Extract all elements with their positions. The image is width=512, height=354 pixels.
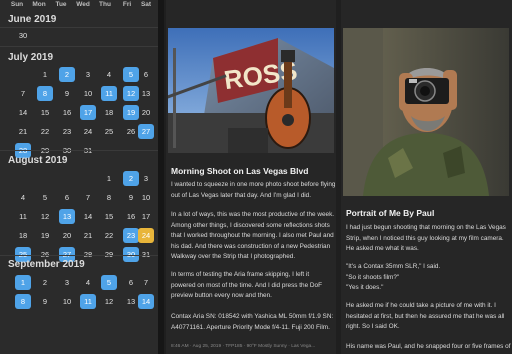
calendar-day[interactable]: 20 <box>59 228 75 243</box>
calendar-day[interactable]: 7 <box>138 275 154 290</box>
calendar-day[interactable]: 13 <box>59 209 75 224</box>
calendar-day[interactable]: 10 <box>59 294 75 309</box>
journal-post[interactable]: ROSS Morning Shoot on Las Vegas Blvd I w… <box>166 0 336 354</box>
calendar-day[interactable]: 22 <box>101 228 117 243</box>
calendar-day[interactable]: 3 <box>80 67 96 82</box>
post-paragraph: In terms of testing the Aria frame skipp… <box>171 271 322 299</box>
calendar-day[interactable]: 8 <box>15 294 31 309</box>
calendar-day[interactable]: 19 <box>37 228 53 243</box>
calendar-day[interactable]: 1 <box>101 171 117 186</box>
month-title: September 2019 <box>8 259 85 270</box>
calendar-day[interactable]: 13 <box>138 86 154 101</box>
calendar-day[interactable]: 6 <box>59 190 75 205</box>
calendar-day[interactable]: 12 <box>101 294 117 309</box>
portrait-photo[interactable] <box>343 28 509 196</box>
post-paragraph: He asked me if he could take a picture o… <box>346 302 505 330</box>
calendar-day[interactable]: 27 <box>138 124 154 139</box>
calendar-day[interactable]: 9 <box>59 86 75 101</box>
post-metadata: 8:46 AM · Aug 25, 2019 · TFP185 · 90°F M… <box>171 344 316 349</box>
calendar-day[interactable]: 9 <box>37 294 53 309</box>
calendar-day[interactable]: 3 <box>59 275 75 290</box>
calendar-day[interactable]: 14 <box>138 294 154 309</box>
calendar-day[interactable]: 6 <box>123 275 139 290</box>
calendar-day[interactable]: 21 <box>15 124 31 139</box>
calendar-day[interactable]: 17 <box>80 105 96 120</box>
calendar-day[interactable]: 13 <box>123 294 139 309</box>
calendar-day[interactable]: 5 <box>37 190 53 205</box>
calendar-day[interactable]: 11 <box>80 294 96 309</box>
post-paragraph: Contax Aria SN: 018542 with Yashica ML 5… <box>171 313 334 331</box>
calendar-day[interactable]: 14 <box>15 105 31 120</box>
weekday-header: Sun Mon Tue Wed Thu Fri Sat <box>0 0 158 10</box>
weekday-label: Tue <box>55 1 67 8</box>
month-title: August 2019 <box>8 155 68 166</box>
calendar-day[interactable]: 7 <box>15 86 31 101</box>
post-title[interactable]: Morning Shoot on Las Vegas Blvd <box>171 166 308 176</box>
calendar-day[interactable]: 5 <box>123 67 139 82</box>
calendar-day[interactable]: 20 <box>138 105 154 120</box>
calendar-day[interactable]: 4 <box>101 67 117 82</box>
calendar-day[interactable]: 23 <box>59 124 75 139</box>
sidebar-divider <box>158 0 164 354</box>
calendar-day[interactable]: 15 <box>101 209 117 224</box>
post-paragraph: His name was Paul, and he snapped four o… <box>346 343 511 350</box>
month-title: July 2019 <box>8 52 54 63</box>
calendar-day[interactable]: 2 <box>37 275 53 290</box>
weekday-label: Sun <box>10 1 24 8</box>
building-photo[interactable]: ROSS <box>168 28 334 153</box>
weekday-label: Thu <box>99 1 111 8</box>
weekday-label: Wed <box>76 1 90 8</box>
calendar-day[interactable]: 30 <box>15 28 31 43</box>
calendar-day[interactable]: 22 <box>37 124 53 139</box>
calendar-day[interactable]: 5 <box>101 275 117 290</box>
calendar-day[interactable]: 24 <box>138 228 154 243</box>
calendar-day[interactable]: 6 <box>138 67 154 82</box>
post-paragraph: In a lot of ways, this was the most prod… <box>171 211 335 260</box>
calendar-day[interactable]: 11 <box>15 209 31 224</box>
post-paragraph: "It's a Contax 35mm SLR," I said. "So it … <box>346 263 441 291</box>
calendar-sidebar: Sun Mon Tue Wed Thu Fri Sat June 2019 30… <box>0 0 158 354</box>
calendar-day[interactable]: 10 <box>80 86 96 101</box>
weekday-label: Sat <box>140 1 152 8</box>
month-separator <box>0 150 158 151</box>
post-title[interactable]: Portrait of Me By Paul <box>346 208 434 218</box>
calendar-day[interactable]: 9 <box>123 190 139 205</box>
month-title: June 2019 <box>8 14 57 25</box>
calendar-day[interactable]: 18 <box>101 105 117 120</box>
calendar-day[interactable]: 1 <box>37 67 53 82</box>
post-paragraph: I wanted to squeeze in one more photo sh… <box>171 181 336 199</box>
calendar-day[interactable]: 7 <box>80 190 96 205</box>
calendar-day[interactable]: 15 <box>37 105 53 120</box>
calendar-day[interactable]: 16 <box>59 105 75 120</box>
calendar-day[interactable]: 4 <box>80 275 96 290</box>
calendar-day[interactable]: 2 <box>123 171 139 186</box>
calendar-day[interactable]: 3 <box>138 171 154 186</box>
calendar-day[interactable]: 21 <box>80 228 96 243</box>
calendar-day[interactable]: 18 <box>15 228 31 243</box>
calendar-day[interactable]: 8 <box>101 190 117 205</box>
calendar-day[interactable]: 11 <box>101 86 117 101</box>
calendar-day[interactable]: 26 <box>123 124 139 139</box>
post-paragraph: I had just begun shooting that morning o… <box>346 224 506 252</box>
journal-post[interactable]: Portrait of Me By Paul I had just begun … <box>341 0 512 354</box>
calendar-day[interactable]: 24 <box>80 124 96 139</box>
calendar-day[interactable]: 16 <box>123 209 139 224</box>
calendar-day[interactable]: 2 <box>59 67 75 82</box>
month-separator <box>0 46 158 47</box>
calendar-day[interactable]: 8 <box>37 86 53 101</box>
month-separator <box>0 255 158 256</box>
calendar-day[interactable]: 12 <box>37 209 53 224</box>
calendar-day[interactable]: 10 <box>138 190 154 205</box>
calendar-day[interactable]: 14 <box>80 209 96 224</box>
calendar-day[interactable]: 1 <box>15 275 31 290</box>
calendar-day[interactable]: 19 <box>123 105 139 120</box>
weekday-label: Fri <box>122 1 132 8</box>
calendar-day[interactable]: 17 <box>138 209 154 224</box>
calendar-day[interactable]: 4 <box>15 190 31 205</box>
weekday-label: Mon <box>32 1 46 8</box>
calendar-day[interactable]: 25 <box>101 124 117 139</box>
calendar-day[interactable]: 23 <box>123 228 139 243</box>
calendar-day[interactable]: 12 <box>123 86 139 101</box>
